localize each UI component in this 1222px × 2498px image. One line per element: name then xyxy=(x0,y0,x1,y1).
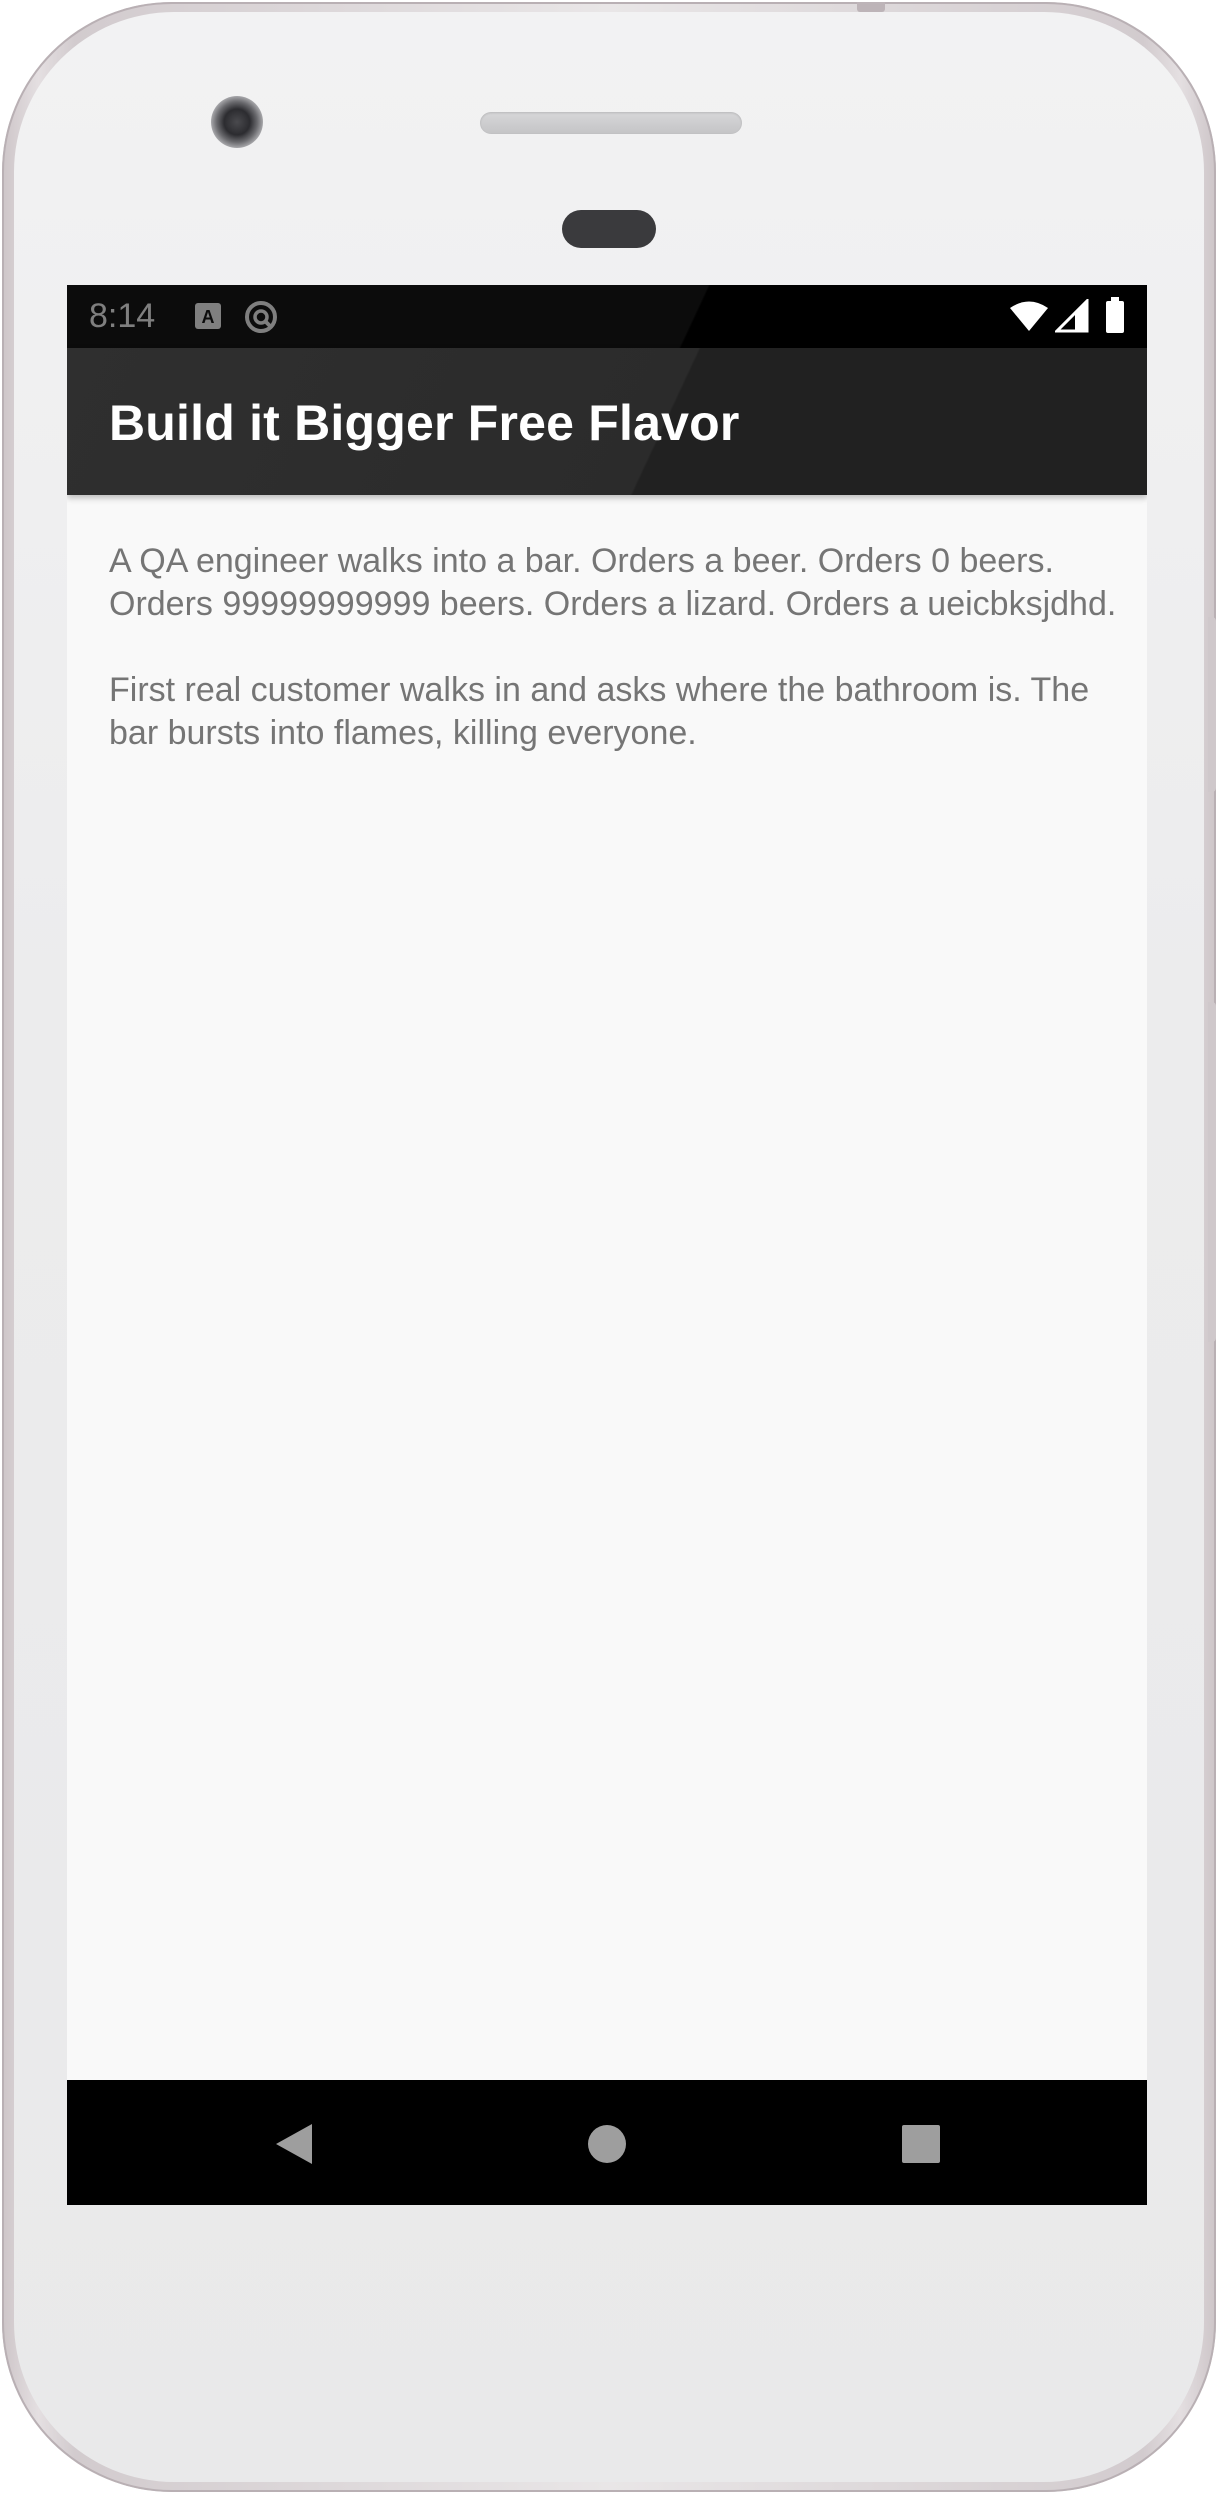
wifi-icon xyxy=(1009,299,1049,338)
navigation-bar xyxy=(67,2080,1147,2205)
app-bar: Build it Bigger Free Flavor xyxy=(67,348,1147,495)
recents-icon xyxy=(902,2125,940,2163)
sync-circle-icon xyxy=(243,299,279,340)
front-camera-icon xyxy=(211,96,263,148)
back-icon xyxy=(276,2124,312,2164)
top-edge-detail xyxy=(857,2,885,12)
svg-text:A: A xyxy=(202,307,215,327)
earpiece-speaker xyxy=(480,112,742,134)
battery-icon xyxy=(1104,297,1126,340)
status-bar: 8:14 A xyxy=(67,285,1147,348)
power-button xyxy=(1208,617,1216,792)
proximity-sensor xyxy=(562,210,656,248)
phone-frame: 8:14 A Build it Bigger Free Flavor A QA … xyxy=(2,2,1216,2492)
recents-button[interactable] xyxy=(899,2122,943,2166)
app-title: Build it Bigger Free Flavor xyxy=(109,395,740,451)
home-button[interactable] xyxy=(585,2122,629,2166)
joke-text: A QA engineer walks into a bar. Orders a… xyxy=(109,542,1117,752)
back-button[interactable] xyxy=(272,2122,316,2166)
home-icon xyxy=(588,2125,626,2163)
font-a-icon: A xyxy=(193,301,223,336)
screen: 8:14 A Build it Bigger Free Flavor A QA … xyxy=(67,285,1147,2205)
device-stage: 8:14 A Build it Bigger Free Flavor A QA … xyxy=(0,0,1222,2498)
status-time: 8:14 xyxy=(89,297,156,335)
volume-button xyxy=(1208,1002,1216,1342)
signal-icon xyxy=(1053,297,1089,338)
